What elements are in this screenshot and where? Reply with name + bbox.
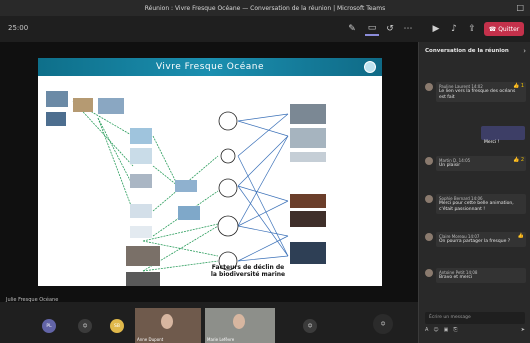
slide-photo — [46, 91, 68, 107]
participant-avatar[interactable]: ☺ — [303, 319, 317, 333]
reaction-badge[interactable]: 👍 1 — [513, 83, 524, 89]
pen-icon[interactable]: ✎ — [345, 22, 359, 36]
person-icon: ☺ — [307, 323, 313, 329]
pictogram-icon — [220, 148, 236, 164]
maximize-icon[interactable]: □ — [516, 3, 524, 12]
meeting-toolbar: 25:00 ✎ ▭ ↺ ⋯ ▶ ♪ ⇪ ☎ Quitter — [0, 16, 530, 42]
title-bar: Réunion : Vivre Fresque Océane — Convers… — [0, 0, 530, 16]
slide-photo — [130, 226, 152, 238]
participant-name: Marie Lefèvre — [207, 337, 235, 342]
pictogram-icon — [218, 178, 238, 198]
reaction-badge[interactable]: 👍 2 — [513, 157, 524, 163]
slide-photo — [290, 242, 326, 264]
slide-header: Vivre Fresque Océane — [38, 58, 382, 76]
pictogram-icon — [218, 111, 238, 131]
message-text: Bravo et merci — [439, 275, 473, 280]
slide-photo — [290, 152, 326, 162]
slide-photo — [126, 246, 160, 266]
share-icon[interactable]: ⇪ — [465, 22, 479, 36]
self-avatar[interactable]: ☺ — [373, 314, 393, 334]
pictogram-icon — [217, 215, 239, 237]
screen-icon[interactable]: ▭ — [365, 22, 379, 36]
slide-photo — [130, 174, 152, 188]
message-bubble: Claire Moreau 14:07 On pourra partager l… — [436, 232, 526, 247]
logo-icon — [364, 61, 376, 73]
close-icon[interactable]: › — [523, 47, 526, 55]
caption-line-1: Facteurs de déclin de — [211, 264, 285, 271]
slide-photo — [126, 272, 160, 286]
caption-line-2: la biodiversité marine — [210, 271, 286, 278]
slide-photo — [130, 148, 152, 164]
slide-photo — [178, 206, 200, 220]
face — [161, 314, 174, 329]
message-text: Un plaisir — [439, 163, 461, 168]
message-bubble: Antoine Petit 14:08 Bravo et merci — [436, 268, 526, 283]
own-message-text: Merci ! — [484, 140, 500, 145]
phone-icon: ☎ — [488, 25, 497, 33]
slide-photo — [130, 204, 152, 218]
camera-icon[interactable]: ▶ — [429, 22, 443, 36]
chat-header: Conversation de la réunion — [425, 48, 509, 54]
message-bubble: Sophie Bernard 14:06 Merci pour cette be… — [436, 194, 526, 214]
leave-label: Quitter — [498, 25, 520, 33]
presentation-slide: Vivre Fresque Océane Facteurs de déclin … — [38, 58, 382, 286]
chat-tools: A ☺ ▣ ⎘ ➤ — [425, 327, 525, 333]
slide-photo — [98, 98, 124, 114]
fresque-diagram — [46, 91, 326, 286]
window-title: Réunion : Vivre Fresque Océane — Convers… — [144, 4, 386, 12]
avatar — [425, 233, 433, 241]
react-icon[interactable]: ↺ — [383, 22, 397, 36]
person-icon: ☺ — [380, 321, 386, 327]
slide-photo — [46, 112, 66, 126]
slide-photo — [175, 180, 197, 192]
slide-caption: Facteurs de déclin de la biodiversité ma… — [188, 264, 308, 278]
format-icon[interactable]: A — [425, 327, 428, 333]
leave-button[interactable]: ☎ Quitter — [484, 22, 524, 36]
participant-avatar[interactable]: SB — [110, 319, 124, 333]
send-icon[interactable]: ➤ — [521, 327, 525, 333]
participant-avatar[interactable]: PL — [42, 319, 56, 333]
gif-icon[interactable]: ▣ — [444, 327, 449, 333]
participant-strip: PL ☺ SB Anne Dupont Marie Lefèvre ☺ ☺ — [0, 302, 418, 343]
slide-photo — [73, 98, 93, 112]
reaction-badge[interactable]: 👍 — [518, 233, 524, 239]
face — [233, 314, 245, 329]
message-bubble: Martin D. 14:05 Un plaisir 👍 2 — [436, 156, 526, 171]
slide-photo — [130, 128, 152, 144]
avatar — [425, 195, 433, 203]
avatar — [425, 269, 433, 277]
message-bubble: Pauline Laurent 14:02 Le lien vers la fr… — [436, 82, 526, 102]
message-text: Merci pour cette belle animation, c'étai… — [439, 201, 514, 212]
own-message: Merci ! — [481, 126, 525, 145]
meeting-chat-panel: Conversation de la réunion › Pauline Lau… — [418, 42, 530, 343]
slide-photo — [290, 128, 326, 148]
teams-window: Réunion : Vivre Fresque Océane — Convers… — [0, 0, 530, 343]
slide-photo — [290, 194, 326, 208]
meeting-timer: 25:00 — [8, 24, 29, 32]
participant-name: Anne Dupont — [137, 337, 164, 342]
avatar — [425, 83, 433, 91]
participant-avatar[interactable]: ☺ — [78, 319, 92, 333]
shared-screen: Vivre Fresque Océane Facteurs de déclin … — [0, 42, 418, 303]
attach-icon[interactable]: ⎘ — [453, 327, 457, 333]
emoji-icon[interactable]: ☺ — [433, 327, 438, 333]
more-icon[interactable]: ⋯ — [401, 22, 415, 36]
participant-video[interactable]: Marie Lefèvre — [205, 308, 275, 343]
mic-icon[interactable]: ♪ — [447, 22, 461, 36]
avatar — [425, 157, 433, 165]
message-text: Le lien vers la fresque des océans est f… — [439, 89, 516, 100]
slide-title: Vivre Fresque Océane — [155, 62, 265, 72]
participant-video[interactable]: Anne Dupont — [135, 308, 201, 343]
slide-photo — [290, 211, 326, 227]
person-icon: ☺ — [82, 323, 88, 329]
message-text: On pourra partager la fresque ? — [439, 239, 511, 244]
chat-input[interactable]: Écrire un message — [425, 312, 525, 324]
slide-photo — [290, 104, 326, 124]
